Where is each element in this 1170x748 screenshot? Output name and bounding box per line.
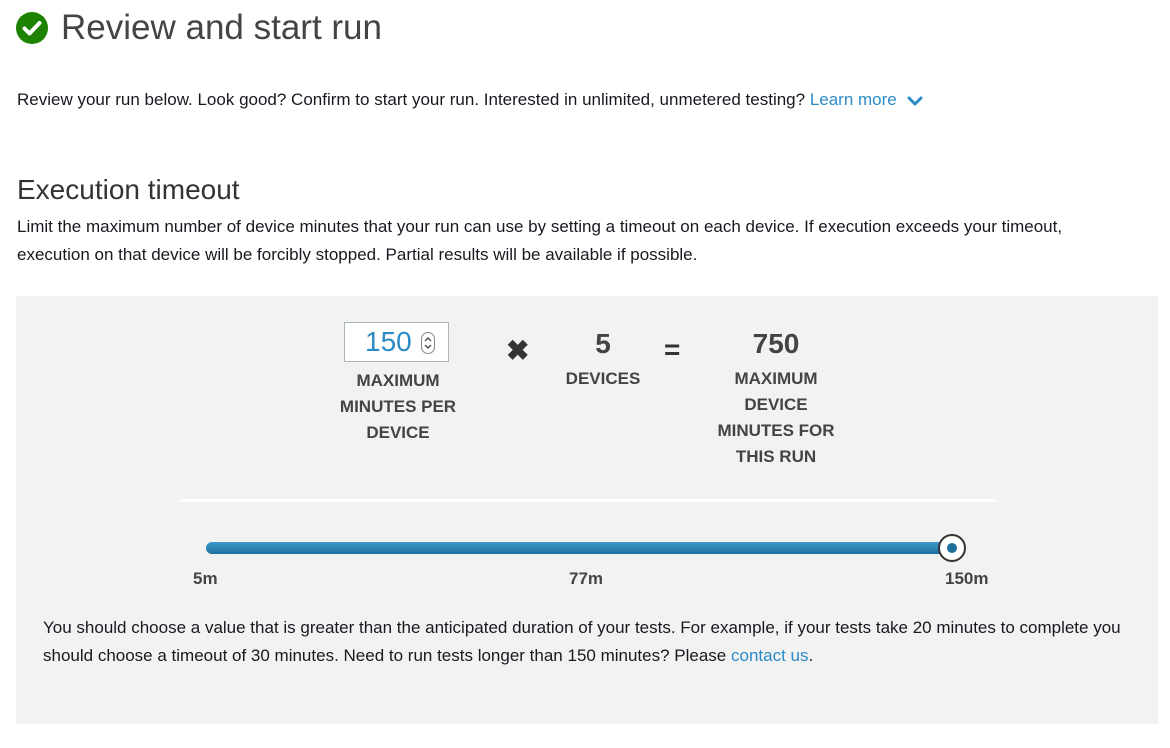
section-description: Limit the maximum number of device minut… (17, 217, 1063, 264)
slider-mid-label: 77m (569, 569, 604, 588)
chevron-down-icon[interactable] (907, 95, 923, 107)
total-device-minutes: 750 (752, 328, 800, 359)
timeout-panel: 150 MAXIMUM MINUTES PER DEVICE ✖ 5 DEVIC… (16, 296, 1158, 724)
note-text: You should choose a value that is greate… (43, 618, 1121, 665)
devices-count: 5 (595, 328, 611, 359)
learn-more-link[interactable]: Learn more (810, 90, 897, 109)
minutes-per-device-value[interactable]: 150 (365, 327, 412, 357)
stepper-arrows-icon[interactable] (421, 332, 435, 354)
page-title: Review and start run (61, 8, 382, 47)
timeout-slider-handle[interactable] (938, 534, 966, 562)
devices-label: DEVICES (565, 369, 641, 388)
slider-min-label: 5m (193, 569, 218, 588)
section-title: Execution timeout (17, 174, 240, 205)
equals-icon: = (664, 334, 681, 365)
timeout-slider-track[interactable] (206, 542, 954, 554)
minutes-per-device-label: MAXIMUM MINUTES PER DEVICE (339, 371, 457, 442)
intro-message: Review your run below. Look good? Confir… (17, 90, 810, 109)
multiply-icon: ✖ (506, 335, 530, 366)
total-device-minutes-label: MAXIMUM DEVICE MINUTES FOR THIS RUN (717, 369, 835, 466)
timeout-note: You should choose a value that is greate… (43, 614, 1138, 670)
note-suffix: . (808, 646, 814, 665)
page-header: Review and start run (16, 8, 382, 48)
divider (180, 499, 996, 502)
check-circle-icon (16, 12, 48, 44)
minutes-per-device-stepper[interactable]: 150 (344, 322, 449, 362)
slider-max-label: 150m (945, 569, 989, 588)
intro-text: Review your run below. Look good? Confir… (17, 90, 923, 110)
contact-us-link[interactable]: contact us (731, 646, 809, 665)
